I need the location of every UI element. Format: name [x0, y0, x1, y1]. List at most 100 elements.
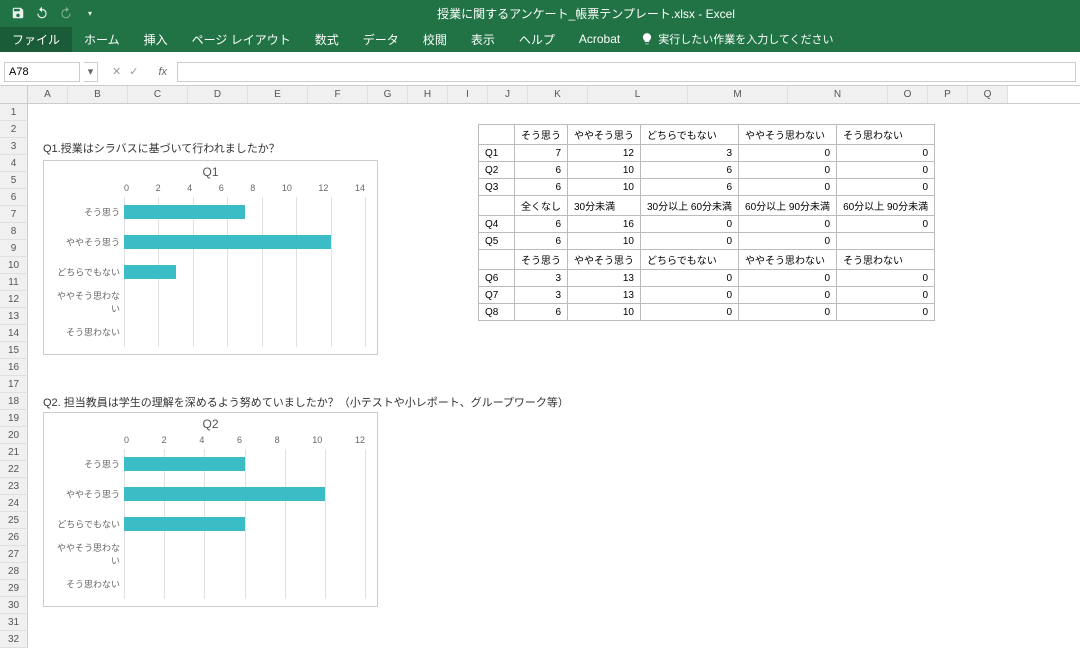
tab-review[interactable]: 校閲: [411, 27, 459, 52]
table-cell[interactable]: 10: [568, 233, 641, 250]
row-header[interactable]: 31: [0, 614, 28, 631]
row-header[interactable]: 14: [0, 325, 28, 342]
column-header[interactable]: O: [888, 86, 928, 103]
row-header[interactable]: 21: [0, 444, 28, 461]
column-header[interactable]: D: [188, 86, 248, 103]
column-header[interactable]: L: [588, 86, 688, 103]
row-header[interactable]: 2: [0, 121, 28, 138]
data-table[interactable]: そう思うややそう思うどちらでもないややそう思わないそう思わないQ1712300Q…: [478, 124, 935, 321]
table-cell[interactable]: 0: [837, 304, 935, 321]
table-cell[interactable]: 6: [515, 216, 568, 233]
table-cell[interactable]: 0: [837, 216, 935, 233]
table-cell[interactable]: 0: [641, 304, 739, 321]
column-header[interactable]: Q: [968, 86, 1008, 103]
table-cell[interactable]: 3: [515, 287, 568, 304]
tab-formulas[interactable]: 数式: [303, 27, 351, 52]
row-header[interactable]: 8: [0, 223, 28, 240]
row-header[interactable]: 13: [0, 308, 28, 325]
row-header[interactable]: 12: [0, 291, 28, 308]
fx-icon[interactable]: fx: [152, 66, 173, 78]
chart-q2[interactable]: Q2 024681012 そう思うややそう思うどちらでもないややそう思わないそう…: [43, 412, 378, 607]
tab-file[interactable]: ファイル: [0, 27, 72, 52]
column-header[interactable]: F: [308, 86, 368, 103]
column-header[interactable]: M: [688, 86, 788, 103]
cancel-icon[interactable]: ✕: [112, 65, 121, 78]
table-cell[interactable]: 6: [515, 179, 568, 196]
table-cell[interactable]: 10: [568, 304, 641, 321]
row-header[interactable]: 7: [0, 206, 28, 223]
table-cell[interactable]: 7: [515, 145, 568, 162]
undo-icon[interactable]: [32, 3, 52, 23]
formula-input[interactable]: [177, 62, 1076, 82]
row-header[interactable]: 24: [0, 495, 28, 512]
table-cell[interactable]: 0: [739, 162, 837, 179]
table-cell[interactable]: 6: [641, 179, 739, 196]
chart-q1[interactable]: Q1 02468101214 そう思うややそう思うどちらでもないややそう思わない…: [43, 160, 378, 355]
table-cell[interactable]: 6: [515, 162, 568, 179]
sheet-content[interactable]: Q1.授業はシラバスに基づいて行われましたか？ Q1 02468101214 そ…: [28, 104, 1080, 648]
save-icon[interactable]: [8, 3, 28, 23]
tab-data[interactable]: データ: [351, 27, 411, 52]
column-header[interactable]: C: [128, 86, 188, 103]
tab-insert[interactable]: 挿入: [132, 27, 180, 52]
redo-icon[interactable]: [56, 3, 76, 23]
table-cell[interactable]: 10: [568, 179, 641, 196]
row-header[interactable]: 23: [0, 478, 28, 495]
row-header[interactable]: 1: [0, 104, 28, 121]
row-header[interactable]: 25: [0, 512, 28, 529]
tab-view[interactable]: 表示: [459, 27, 507, 52]
row-header[interactable]: 4: [0, 155, 28, 172]
row-header[interactable]: 29: [0, 580, 28, 597]
column-header[interactable]: H: [408, 86, 448, 103]
table-cell[interactable]: 0: [739, 145, 837, 162]
row-header[interactable]: 3: [0, 138, 28, 155]
table-cell[interactable]: 10: [568, 162, 641, 179]
row-header[interactable]: 27: [0, 546, 28, 563]
table-cell[interactable]: [837, 233, 935, 250]
table-cell[interactable]: 0: [837, 162, 935, 179]
table-cell[interactable]: 0: [739, 304, 837, 321]
row-header[interactable]: 15: [0, 342, 28, 359]
table-cell[interactable]: 12: [568, 145, 641, 162]
table-cell[interactable]: 0: [641, 270, 739, 287]
table-cell[interactable]: 3: [515, 270, 568, 287]
select-all-corner[interactable]: [0, 86, 28, 103]
row-header[interactable]: 5: [0, 172, 28, 189]
table-cell[interactable]: 13: [568, 270, 641, 287]
table-cell[interactable]: 6: [515, 233, 568, 250]
tab-layout[interactable]: ページ レイアウト: [180, 27, 303, 52]
table-cell[interactable]: 0: [739, 179, 837, 196]
column-header[interactable]: P: [928, 86, 968, 103]
row-header[interactable]: 30: [0, 597, 28, 614]
table-cell[interactable]: 0: [641, 233, 739, 250]
row-header[interactable]: 26: [0, 529, 28, 546]
column-header[interactable]: B: [68, 86, 128, 103]
table-cell[interactable]: 6: [641, 162, 739, 179]
column-header[interactable]: J: [488, 86, 528, 103]
table-cell[interactable]: 0: [837, 179, 935, 196]
row-header[interactable]: 19: [0, 410, 28, 427]
column-header[interactable]: K: [528, 86, 588, 103]
row-header[interactable]: 10: [0, 257, 28, 274]
row-header[interactable]: 6: [0, 189, 28, 206]
table-cell[interactable]: 3: [641, 145, 739, 162]
tell-me-search[interactable]: 実行したい作業を入力してください: [640, 31, 833, 47]
row-header[interactable]: 17: [0, 376, 28, 393]
column-header[interactable]: A: [28, 86, 68, 103]
row-header[interactable]: 11: [0, 274, 28, 291]
table-cell[interactable]: 0: [641, 287, 739, 304]
row-header[interactable]: 22: [0, 461, 28, 478]
table-cell[interactable]: 0: [837, 270, 935, 287]
name-box[interactable]: A78: [4, 62, 80, 82]
table-cell[interactable]: 6: [515, 304, 568, 321]
tab-acrobat[interactable]: Acrobat: [567, 28, 632, 50]
column-header[interactable]: N: [788, 86, 888, 103]
row-header[interactable]: 9: [0, 240, 28, 257]
table-cell[interactable]: 0: [739, 216, 837, 233]
table-cell[interactable]: 0: [837, 145, 935, 162]
column-header[interactable]: I: [448, 86, 488, 103]
column-header[interactable]: G: [368, 86, 408, 103]
row-header[interactable]: 20: [0, 427, 28, 444]
tab-help[interactable]: ヘルプ: [507, 27, 567, 52]
table-cell[interactable]: 0: [641, 216, 739, 233]
